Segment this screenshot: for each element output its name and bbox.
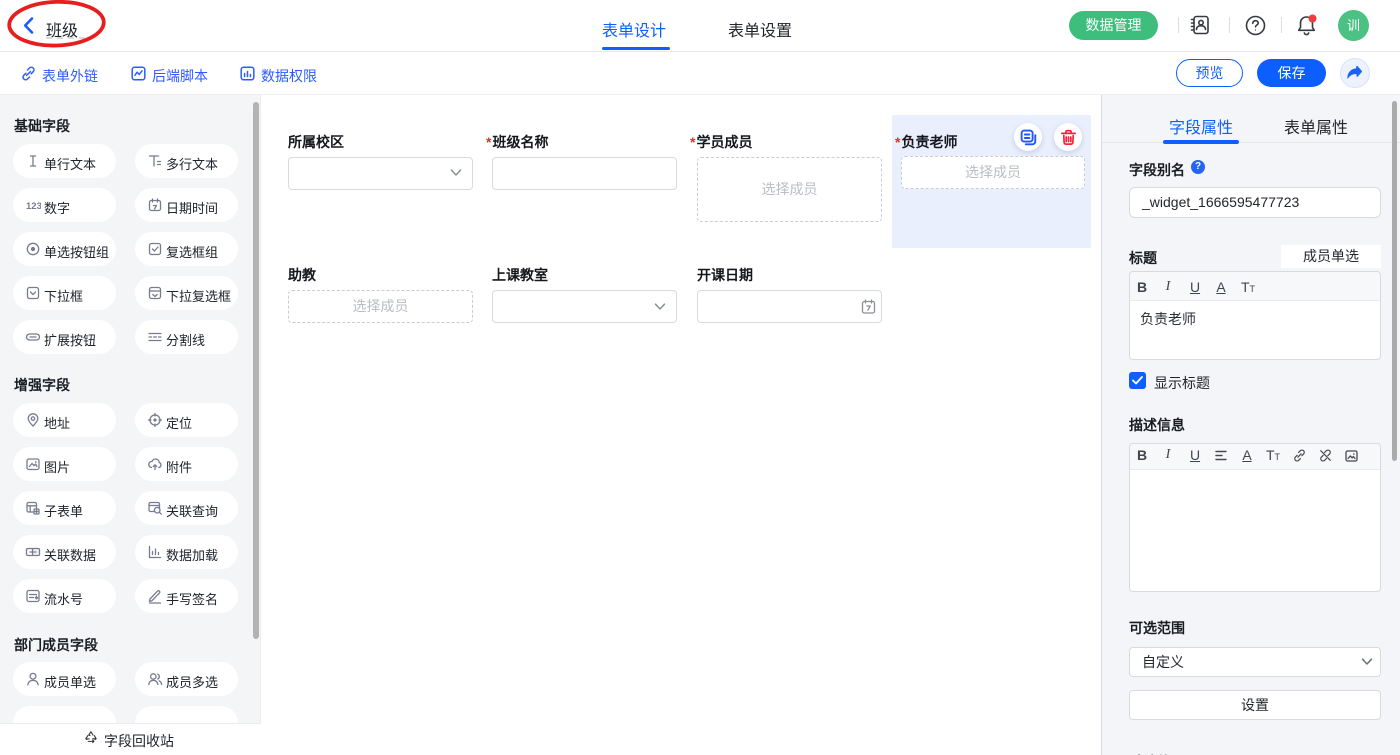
svg-text:123: 123	[26, 201, 41, 212]
